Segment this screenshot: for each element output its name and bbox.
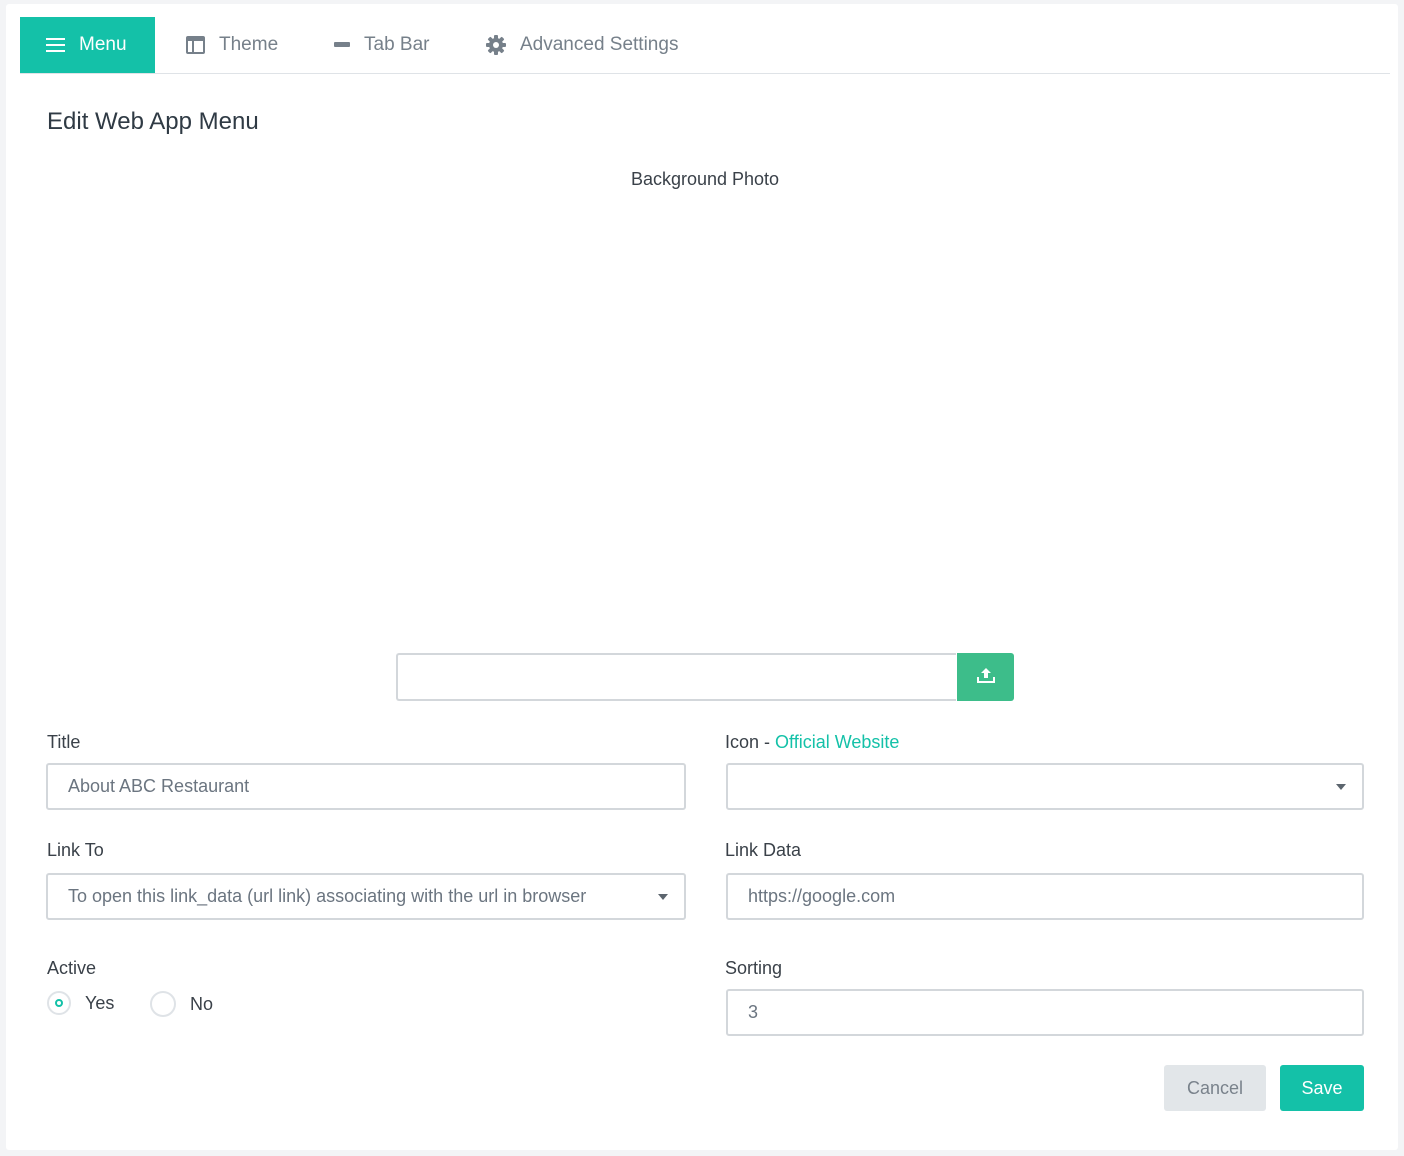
gear-icon	[486, 35, 506, 55]
tab-tab-bar[interactable]: Tab Bar	[334, 17, 429, 73]
chevron-down-icon	[1336, 784, 1346, 790]
save-button[interactable]: Save	[1280, 1065, 1364, 1111]
tab-theme-label: Theme	[219, 34, 279, 55]
official-website-link[interactable]: Official Website	[775, 732, 899, 752]
active-no-radio[interactable]: No	[150, 991, 213, 1017]
title-input-value: About ABC Restaurant	[68, 776, 250, 796]
icon-label-text: Icon	[725, 732, 760, 752]
link-to-label: Link To	[47, 840, 104, 860]
active-label: Active	[47, 958, 97, 978]
cancel-button[interactable]: Cancel	[1164, 1065, 1266, 1111]
edit-menu-card: Menu Theme Tab Bar Advanced Settings Edi…	[6, 4, 1398, 1150]
tab-tab-bar-label: Tab Bar	[364, 34, 430, 55]
icon-label: Icon - Official Website	[725, 732, 899, 753]
link-to-select[interactable]: To open this link_data (url link) associ…	[46, 873, 686, 920]
tab-advanced-settings[interactable]: Advanced Settings	[486, 17, 678, 73]
tab-theme[interactable]: Theme	[186, 17, 278, 73]
sorting-input-value: 3	[748, 1002, 759, 1022]
tab-bar: Menu Theme Tab Bar Advanced Settings	[20, 17, 1390, 74]
minus-icon	[334, 42, 350, 48]
link-data-label: Link Data	[725, 840, 802, 860]
radio-unchecked-icon	[150, 991, 176, 1017]
page-title: Edit Web App Menu	[47, 108, 259, 135]
link-to-select-value: To open this link_data (url link) associ…	[68, 886, 587, 906]
icon-label-separator: -	[759, 732, 776, 752]
link-data-input[interactable]: https://google.com	[726, 873, 1364, 920]
tab-menu-label: Menu	[79, 34, 127, 55]
active-yes-radio[interactable]: Yes	[47, 991, 114, 1015]
radio-checked-icon	[47, 991, 71, 1015]
upload-icon	[976, 667, 995, 688]
active-yes-label: Yes	[85, 992, 115, 1013]
tab-advanced-settings-label: Advanced Settings	[520, 34, 679, 55]
active-no-label: No	[190, 993, 214, 1014]
title-label: Title	[47, 732, 81, 752]
link-data-input-value: https://google.com	[748, 886, 896, 906]
chevron-down-icon	[658, 894, 668, 900]
tab-menu[interactable]: Menu	[20, 17, 155, 73]
layout-icon	[186, 36, 205, 54]
sorting-label: Sorting	[725, 958, 783, 978]
upload-button[interactable]	[957, 653, 1014, 701]
icon-select[interactable]	[726, 763, 1364, 810]
hamburger-icon	[46, 38, 65, 52]
background-photo-label: Background Photo	[630, 169, 780, 189]
sorting-input[interactable]: 3	[726, 989, 1364, 1036]
background-photo-file-field[interactable]	[396, 653, 956, 701]
title-input[interactable]: About ABC Restaurant	[46, 763, 686, 810]
